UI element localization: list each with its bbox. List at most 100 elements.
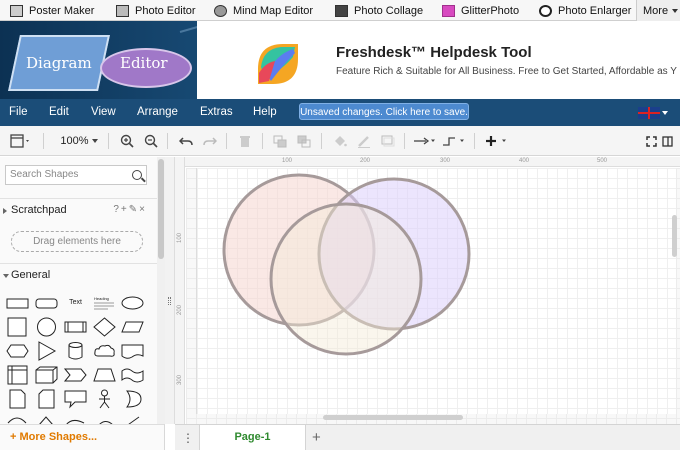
shape-internal-storage[interactable] <box>6 365 29 385</box>
more-menu-button[interactable]: More <box>636 0 680 21</box>
line-color-button[interactable] <box>354 126 374 156</box>
shape-triangle[interactable] <box>35 341 58 361</box>
shape-hexagon[interactable] <box>6 341 29 361</box>
redo-button[interactable] <box>200 126 220 156</box>
shape-actor[interactable] <box>93 389 116 409</box>
zoom-dropdown[interactable]: 100% <box>56 126 102 156</box>
shape-heading-text: Heading <box>94 296 109 301</box>
tab-glitterphoto[interactable]: GlitterPhoto <box>436 0 525 21</box>
search-placeholder: Search Shapes <box>10 169 79 180</box>
toggle-format-panel-button[interactable] <box>659 126 675 156</box>
shape-cube[interactable] <box>35 365 58 385</box>
shape-rounded-rectangle[interactable] <box>35 293 58 313</box>
advertisement-banner[interactable]: Freshdesk™ Helpdesk Tool Feature Rich & … <box>197 21 680 99</box>
tab-label: Photo Editor <box>135 4 196 17</box>
diagram-editor-app: Poster Maker Photo Editor Mind Map Edito… <box>0 0 680 450</box>
shape-cylinder[interactable] <box>64 341 87 361</box>
shape-square[interactable] <box>6 317 29 337</box>
diagram-canvas[interactable]: 100 200 300 400 500 100 200 300 <box>175 157 680 424</box>
tab-mind-map-editor[interactable]: Mind Map Editor <box>208 0 319 21</box>
scratchpad-drop-zone[interactable]: Drag elements here <box>11 231 143 252</box>
scratchpad-actions[interactable]: ?+✎× <box>113 199 147 221</box>
freshdesk-logo-icon <box>258 44 298 84</box>
more-shapes-button[interactable]: + More Shapes... <box>0 424 165 450</box>
logo-text-editor: Editor <box>120 54 168 72</box>
toolbar-separator <box>404 133 405 149</box>
shape-note[interactable] <box>6 389 29 409</box>
horizontal-scrollbar[interactable] <box>323 415 463 420</box>
shape-rectangle[interactable] <box>6 293 29 313</box>
search-icon[interactable] <box>132 170 142 180</box>
tab-photo-collage[interactable]: Photo Collage <box>329 0 429 21</box>
magnifier-icon <box>539 4 552 17</box>
tab-label: Photo Collage <box>354 4 424 17</box>
panel-icon <box>661 135 673 147</box>
venn-circle-bottom[interactable] <box>269 202 423 356</box>
sidebar-splitter[interactable] <box>165 157 175 424</box>
unsaved-changes-button[interactable]: Unsaved changes. Click here to save. <box>299 103 469 120</box>
waypoint-icon <box>443 137 464 146</box>
shape-document[interactable] <box>121 341 144 361</box>
tab-photo-editor[interactable]: Photo Editor <box>110 0 202 21</box>
venn-diagram <box>222 173 471 356</box>
page-tabs-bar: ⋮ Page-1 + <box>175 424 680 450</box>
to-front-button[interactable] <box>270 126 290 156</box>
zoom-in-button[interactable] <box>117 126 137 156</box>
shape-parallelogram[interactable] <box>121 317 144 337</box>
shape-textbox[interactable]: Heading <box>93 293 116 313</box>
waypoints-dropdown[interactable] <box>441 126 467 156</box>
fill-color-button[interactable] <box>330 126 350 156</box>
search-shapes-input[interactable]: Search Shapes <box>5 165 147 185</box>
scrollbar-thumb[interactable] <box>158 159 164 259</box>
poster-icon <box>10 4 23 17</box>
pages-menu-icon[interactable]: ⋮ <box>182 431 194 445</box>
general-header[interactable]: General <box>0 263 157 285</box>
add-page-icon[interactable]: + <box>312 429 321 446</box>
delete-button[interactable] <box>235 126 255 156</box>
menu-edit[interactable]: Edit <box>49 106 69 118</box>
zoom-out-button[interactable] <box>141 126 161 156</box>
shape-text[interactable]: Text <box>64 293 87 313</box>
menu-arrange[interactable]: Arrange <box>137 106 178 118</box>
to-front-icon <box>273 135 287 147</box>
menu-help[interactable]: Help <box>253 106 277 118</box>
undo-button[interactable] <box>176 126 196 156</box>
shape-step[interactable] <box>64 365 87 385</box>
toolbar-separator <box>226 133 227 149</box>
menu-extras[interactable]: Extras <box>200 106 233 118</box>
sidebar-scrollbar[interactable] <box>157 157 165 424</box>
general-title: General <box>11 269 51 281</box>
tab-label: Mind Map Editor <box>233 4 314 17</box>
tab-page-1[interactable]: Page-1 <box>199 425 306 450</box>
insert-button[interactable] <box>482 126 512 156</box>
trash-icon <box>240 135 250 147</box>
shape-card[interactable] <box>35 389 58 409</box>
tab-poster-maker[interactable]: Poster Maker <box>4 0 100 21</box>
to-back-button[interactable] <box>294 126 314 156</box>
menu-file[interactable]: File <box>9 106 28 118</box>
tab-photo-enlarger[interactable]: Photo Enlarger <box>533 0 637 21</box>
fullscreen-button[interactable] <box>643 126 659 156</box>
shape-callout[interactable] <box>64 389 87 409</box>
shape-trapezoid[interactable] <box>93 365 116 385</box>
shape-process[interactable] <box>64 317 87 337</box>
shape-cloud[interactable] <box>93 341 116 361</box>
vertical-scrollbar[interactable] <box>672 215 677 257</box>
format-panel-toggle-button[interactable] <box>6 126 36 156</box>
connection-style-dropdown[interactable] <box>412 126 438 156</box>
toolbar-separator <box>43 133 44 149</box>
shape-or[interactable] <box>121 389 144 409</box>
scratchpad-header[interactable]: Scratchpad ?+✎× <box>0 198 157 220</box>
shape-circle[interactable] <box>35 317 58 337</box>
chevron-down-icon[interactable] <box>662 111 668 115</box>
menu-bar: File Edit View Arrange Extras Help Unsav… <box>0 99 680 126</box>
app-tabs-bar: Poster Maker Photo Editor Mind Map Edito… <box>0 0 680 21</box>
drag-handle-icon[interactable] <box>168 297 171 305</box>
shape-ellipse[interactable] <box>121 293 144 313</box>
shadow-button[interactable] <box>378 126 398 156</box>
shape-tape[interactable] <box>121 365 144 385</box>
shape-diamond[interactable] <box>93 317 116 337</box>
menu-view[interactable]: View <box>91 106 116 118</box>
tab-label: GlitterPhoto <box>461 4 520 17</box>
language-flag-icon[interactable] <box>638 107 660 119</box>
